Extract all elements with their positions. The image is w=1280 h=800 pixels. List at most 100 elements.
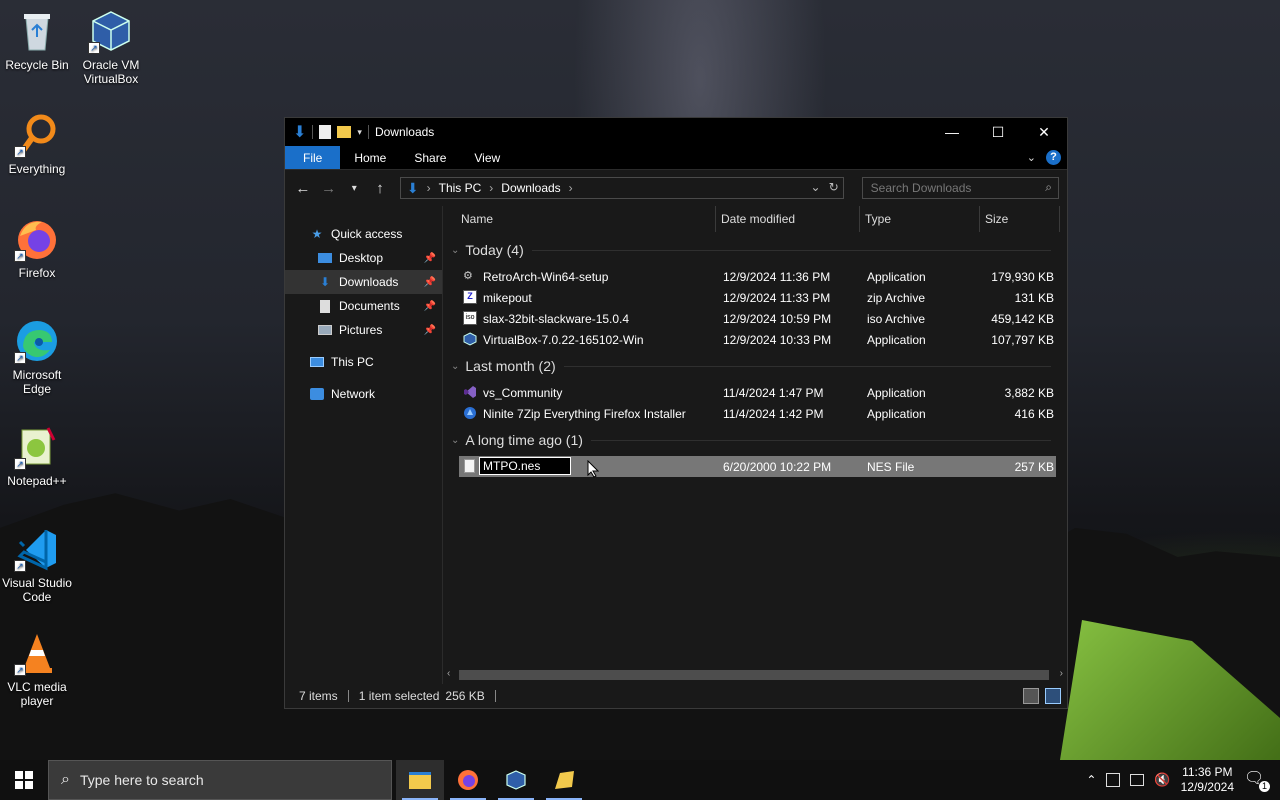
desktop-icon-vlc[interactable]: ↗ VLC media player xyxy=(0,630,74,708)
file-row-selected[interactable]: MTPO.nes 6/20/2000 10:22 PM NES File 257… xyxy=(459,456,1056,477)
pin-icon[interactable]: 📌 xyxy=(424,277,436,288)
search-icon: ⌕ xyxy=(61,771,70,788)
tab-home[interactable]: Home xyxy=(340,146,400,169)
network-disconnected-icon[interactable] xyxy=(1130,774,1145,786)
desktop-icon-everything[interactable]: ↗ Everything xyxy=(0,112,74,176)
virtualbox-icon xyxy=(506,770,526,790)
large-icons-view-icon[interactable] xyxy=(1045,688,1061,704)
tab-file[interactable]: File xyxy=(285,146,341,169)
downloads-arrow-icon: ⬇ xyxy=(319,275,331,289)
scroll-right-icon[interactable]: › xyxy=(1060,668,1063,679)
start-button[interactable] xyxy=(0,760,48,800)
desktop-folder-icon xyxy=(317,251,333,265)
back-button[interactable]: ← xyxy=(293,180,313,197)
column-type[interactable]: Type xyxy=(865,212,891,226)
nav-quick-access[interactable]: ★ Quick access xyxy=(285,222,442,246)
customize-quick-access-icon[interactable]: ▾ xyxy=(357,127,362,138)
chevron-right-icon[interactable]: › xyxy=(569,181,573,195)
taskbar-firefox[interactable] xyxy=(444,760,492,800)
forward-button[interactable]: → xyxy=(319,180,339,197)
address-bar[interactable]: ⬇ › This PC › Downloads › ⌄ ↻ xyxy=(399,177,844,199)
chevron-right-icon[interactable]: › xyxy=(489,181,493,195)
mouse-cursor-icon xyxy=(587,459,600,481)
desktop-icon-recycle-bin[interactable]: Recycle Bin xyxy=(0,8,74,72)
properties-icon[interactable] xyxy=(319,125,332,139)
nav-downloads[interactable]: ⬇ Downloads 📌 xyxy=(285,270,442,294)
tab-share[interactable]: Share xyxy=(400,146,460,169)
desktop-icon-virtualbox[interactable]: ↗ Oracle VM VirtualBox xyxy=(74,8,148,86)
title-bar[interactable]: ⬇ ▾ Downloads — ☐ ✕ xyxy=(285,118,1067,146)
nav-desktop[interactable]: Desktop 📌 xyxy=(285,246,442,270)
nav-documents[interactable]: Documents 📌 xyxy=(285,294,442,318)
downloads-arrow-icon: ⬇ xyxy=(293,124,307,141)
shortcut-arrow-icon: ↗ xyxy=(14,250,26,262)
breadcrumb-this-pc[interactable]: This PC xyxy=(439,181,482,195)
tray-app-icon[interactable] xyxy=(1106,773,1121,787)
expand-ribbon-icon[interactable]: ⌄ xyxy=(1027,151,1036,164)
group-header-last-month[interactable]: ⌄ Last month (2) xyxy=(451,358,1051,374)
column-size[interactable]: Size xyxy=(985,212,1008,226)
notifications-button[interactable]: 🗨 1 xyxy=(1244,768,1272,792)
column-divider[interactable] xyxy=(1059,206,1060,232)
search-box[interactable]: Search Downloads ⌕ xyxy=(861,177,1059,199)
volume-muted-icon[interactable]: 🔇 xyxy=(1154,772,1170,788)
pin-icon[interactable]: 📌 xyxy=(424,301,436,312)
taskbar-file-explorer[interactable] xyxy=(396,760,444,800)
desktop-icon-firefox[interactable]: ↗ Firefox xyxy=(0,216,74,280)
vlc-icon: ↗ xyxy=(14,630,60,676)
shortcut-arrow-icon: ↗ xyxy=(14,352,26,364)
nav-pictures[interactable]: Pictures 📌 xyxy=(285,318,442,342)
group-header-long-time-ago[interactable]: ⌄ A long time ago (1) xyxy=(451,432,1051,448)
file-row[interactable]: vs_Community 11/4/2024 1:47 PM Applicati… xyxy=(459,382,1056,403)
recent-locations-button[interactable]: ▾ xyxy=(344,183,364,194)
address-dropdown-icon[interactable]: ⌄ xyxy=(811,180,821,194)
file-row[interactable]: Z mikepout 12/9/2024 11:33 PM zip Archiv… xyxy=(459,287,1056,308)
new-folder-icon[interactable] xyxy=(337,126,352,138)
show-hidden-icons-icon[interactable]: ⌃ xyxy=(1086,773,1096,787)
chevron-down-icon: ⌄ xyxy=(451,434,460,446)
close-button[interactable]: ✕ xyxy=(1021,118,1067,146)
nav-network[interactable]: Network xyxy=(285,382,442,406)
details-view-icon[interactable] xyxy=(1023,688,1039,704)
column-divider[interactable] xyxy=(859,206,860,232)
file-row[interactable]: ⚙ RetroArch-Win64-setup 12/9/2024 11:36 … xyxy=(459,266,1056,287)
taskbar-sticky-app[interactable] xyxy=(540,760,588,800)
column-divider[interactable] xyxy=(715,206,716,232)
item-count: 7 items xyxy=(299,689,338,703)
file-explorer-icon xyxy=(409,771,431,789)
file-row[interactable]: iso slax-32bit-slackware-15.0.4 12/9/202… xyxy=(459,308,1056,329)
tab-view[interactable]: View xyxy=(460,146,514,169)
help-icon[interactable]: ? xyxy=(1046,150,1061,165)
navigation-pane: ★ Quick access Desktop 📌 ⬇ Downloads 📌 D… xyxy=(285,206,443,684)
up-button[interactable]: ↑ xyxy=(370,180,390,197)
desktop-icon-vscode[interactable]: ↗ Visual Studio Code xyxy=(0,526,74,604)
minimize-button[interactable]: — xyxy=(929,118,975,146)
ribbon-tabs: File Home Share View ⌄ ? xyxy=(285,146,1067,170)
clock[interactable]: 11:36 PM 12/9/2024 xyxy=(1181,765,1234,795)
group-header-today[interactable]: ⌄ Today (4) xyxy=(451,242,1051,258)
taskbar: ⌕ Type here to search ⌃ 🔇 11:36 PM 12/9/… xyxy=(0,760,1280,800)
column-date-modified[interactable]: Date modified xyxy=(721,212,795,226)
column-divider[interactable] xyxy=(979,206,980,232)
refresh-icon[interactable]: ↻ xyxy=(829,180,839,194)
taskbar-search[interactable]: ⌕ Type here to search xyxy=(48,760,392,800)
desktop-icon-notepad-plus-plus[interactable]: ↗ Notepad++ xyxy=(0,424,74,488)
pin-icon[interactable]: 📌 xyxy=(424,325,436,336)
desktop-icon-edge[interactable]: ↗ Microsoft Edge xyxy=(0,318,74,396)
column-name[interactable]: Name xyxy=(461,212,493,226)
breadcrumb-downloads[interactable]: Downloads xyxy=(501,181,560,195)
file-row[interactable]: VirtualBox-7.0.22-165102-Win 12/9/2024 1… xyxy=(459,329,1056,350)
file-row[interactable]: Ninite 7Zip Everything Firefox Installer… xyxy=(459,403,1056,424)
windows-icon xyxy=(15,771,33,789)
maximize-button[interactable]: ☐ xyxy=(975,118,1021,146)
taskbar-virtualbox[interactable] xyxy=(492,760,540,800)
rename-input[interactable]: MTPO.nes xyxy=(479,457,571,475)
scrollbar-thumb[interactable] xyxy=(459,670,1049,680)
taskbar-search-placeholder: Type here to search xyxy=(79,772,204,788)
nav-this-pc[interactable]: This PC xyxy=(285,350,442,374)
pin-icon[interactable]: 📌 xyxy=(424,253,436,264)
address-row: ← → ▾ ↑ ⬇ › This PC › Downloads › ⌄ ↻ Se… xyxy=(285,170,1067,206)
folder-note-icon xyxy=(555,771,574,789)
scroll-left-icon[interactable]: ‹ xyxy=(447,668,450,679)
horizontal-scrollbar[interactable]: ‹ › xyxy=(443,666,1067,684)
